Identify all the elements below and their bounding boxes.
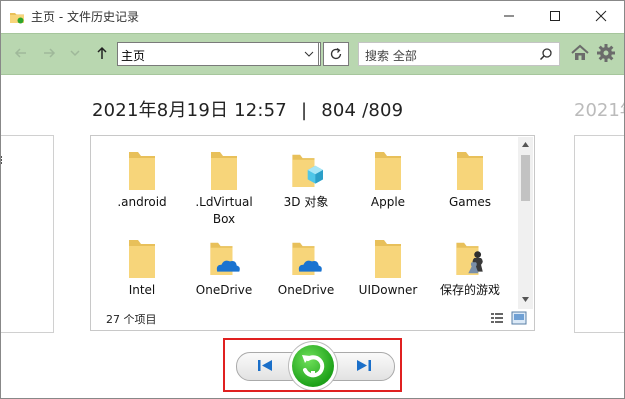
item-count: 27 个项目 [106, 313, 157, 326]
scroll-marker [1, 156, 4, 164]
list-item[interactable]: UIDowner [348, 236, 428, 300]
minimize-button[interactable] [486, 1, 532, 31]
item-label: Apple [370, 195, 406, 209]
item-label: 3D 对象 [283, 195, 329, 209]
refresh-button[interactable] [323, 42, 349, 66]
snapshot-content-pane: .android .LdVirtual Box 3D 对象 Apple Game… [90, 135, 535, 331]
maximize-icon [550, 11, 560, 21]
next-snapshot-pane[interactable] [574, 135, 624, 333]
folder-icon [375, 152, 401, 190]
list-item[interactable]: .LdVirtual Box [184, 148, 264, 228]
folder-icon [211, 152, 237, 190]
snapshot-heading: 2021年8月19日 12:57 | 804 /809 [92, 96, 403, 122]
item-label: UIDowner [358, 283, 418, 297]
scroll-thumb[interactable] [521, 155, 530, 201]
navigation-toolbar: 主页 搜索 全部 [1, 33, 624, 75]
item-label: Intel [128, 283, 156, 297]
close-icon [595, 10, 607, 22]
scroll-up-icon[interactable] [522, 142, 529, 147]
next-snapshot-heading: 2021年 [574, 100, 624, 121]
chevron-down-icon [304, 51, 314, 57]
folder-icon [129, 240, 155, 278]
refresh-icon [330, 47, 342, 60]
item-label: Games [449, 195, 491, 209]
title-bar: 主页 - 文件历史记录 [1, 1, 624, 33]
address-bar[interactable]: 主页 [117, 42, 321, 66]
folder-onedrive-icon [210, 242, 240, 275]
item-label: OneDrive [195, 283, 253, 297]
folder-icon [457, 152, 483, 190]
list-item[interactable]: .android [102, 148, 182, 228]
folder-icon [129, 152, 155, 190]
details-view-icon[interactable] [491, 313, 503, 323]
arrow-left-icon [14, 48, 26, 58]
list-item[interactable]: 3D 对象 [266, 148, 346, 228]
snapshot-date-time: 2021年8月19日 12:57 [92, 100, 287, 121]
item-label: .LdVirtual Box [195, 195, 253, 226]
back-button[interactable] [11, 43, 31, 63]
gear-icon [597, 44, 615, 62]
recent-locations-button[interactable] [65, 43, 85, 63]
list-item[interactable]: Games [430, 148, 510, 228]
search-icon [539, 48, 552, 61]
window-title: 主页 - 文件历史记录 [31, 10, 139, 24]
list-item[interactable]: OneDrive [266, 236, 346, 300]
folder-icon [375, 240, 401, 278]
list-item[interactable]: 保存的游戏 [430, 236, 510, 300]
close-button[interactable] [578, 1, 624, 31]
scroll-down-icon[interactable] [522, 297, 529, 302]
up-button[interactable] [93, 43, 111, 63]
item-label: 保存的游戏 [439, 283, 500, 297]
folder-onedrive-icon [292, 242, 322, 275]
settings-button[interactable] [596, 43, 616, 63]
heading-separator: | [300, 100, 308, 121]
snapshot-counter: 804 /809 [321, 100, 404, 121]
minimize-icon [504, 15, 514, 17]
folder-3d-icon [292, 154, 323, 187]
arrow-up-icon [97, 46, 107, 59]
item-label: .android [117, 195, 167, 209]
arrow-right-icon [44, 48, 56, 58]
list-item[interactable]: Apple [348, 148, 428, 228]
forward-button[interactable] [39, 43, 59, 63]
vertical-scrollbar[interactable] [518, 137, 533, 309]
search-box[interactable]: 搜索 全部 [358, 42, 560, 66]
address-value: 主页 [121, 49, 146, 63]
highlight-frame [223, 338, 402, 392]
large-icons-view-icon[interactable] [511, 311, 527, 325]
home-icon [571, 44, 589, 60]
address-dropdown-button[interactable] [301, 42, 319, 66]
home-button[interactable] [570, 43, 590, 63]
maximize-button[interactable] [532, 1, 578, 31]
folder-games-icon [456, 242, 483, 275]
list-item[interactable]: OneDrive [184, 236, 264, 300]
item-label: OneDrive [277, 283, 335, 297]
view-toggle-icons[interactable] [489, 311, 529, 325]
chevron-down-icon [70, 50, 80, 57]
previous-snapshot-pane[interactable] [1, 135, 54, 333]
file-history-app-icon [10, 13, 24, 24]
search-placeholder: 搜索 全部 [365, 49, 417, 63]
file-history-window: 主页 - 文件历史记录 主页 搜索 全部 2021年8月19日 12:57 | … [0, 0, 625, 399]
list-item[interactable]: Intel [102, 236, 182, 300]
